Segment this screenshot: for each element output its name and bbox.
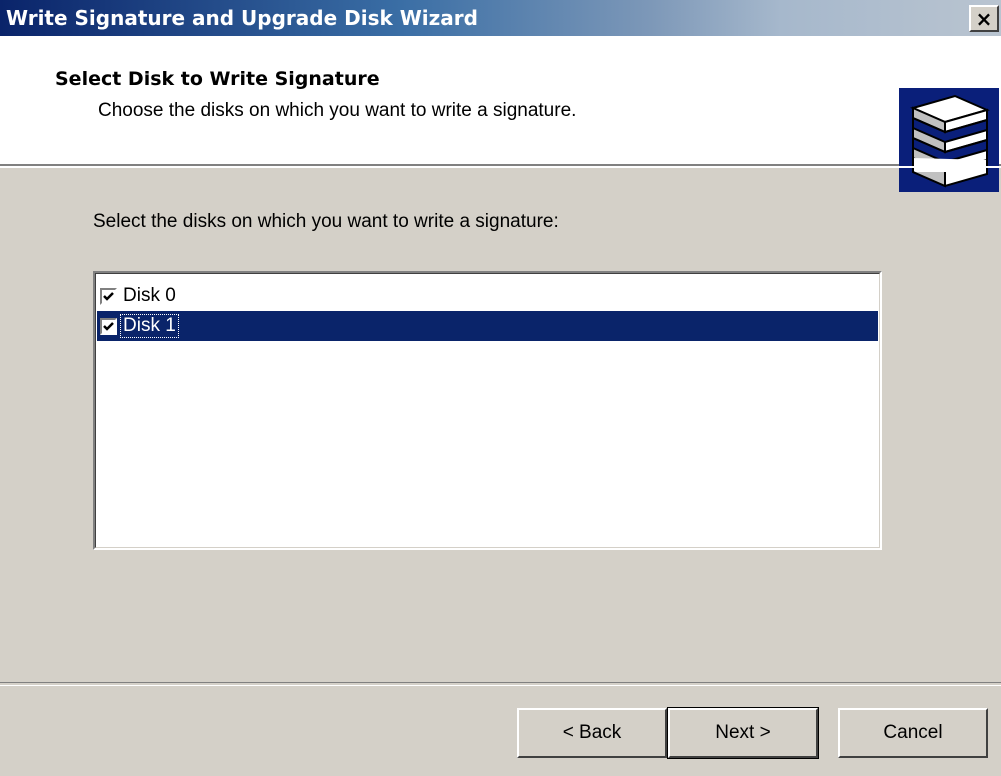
disks-label: Select the disks on which you want to wr… bbox=[93, 211, 559, 232]
cancel-button[interactable]: Cancel bbox=[838, 708, 988, 758]
next-button[interactable]: Next > bbox=[667, 707, 819, 759]
disk-label: Disk 0 bbox=[123, 285, 176, 306]
window-title: Write Signature and Upgrade Disk Wizard bbox=[6, 6, 478, 30]
disk-1-checkbox[interactable] bbox=[100, 317, 117, 335]
disk-row-1[interactable]: Disk 1 bbox=[97, 311, 878, 341]
checkmark-icon bbox=[103, 291, 114, 301]
disk-label: Disk 1 bbox=[120, 314, 179, 338]
checkmark-icon bbox=[103, 321, 114, 331]
disk-list[interactable]: Disk 0 Disk 1 bbox=[93, 271, 882, 550]
footer-divider bbox=[0, 682, 1001, 686]
close-icon: × bbox=[975, 6, 993, 31]
wizard-header: Select Disk to Write Signature Choose th… bbox=[0, 36, 1001, 192]
title-bar[interactable]: Write Signature and Upgrade Disk Wizard … bbox=[0, 0, 1001, 36]
close-button[interactable]: × bbox=[969, 5, 999, 32]
page-subtitle: Choose the disks on which you want to wr… bbox=[98, 100, 577, 121]
page-title: Select Disk to Write Signature bbox=[55, 68, 380, 90]
back-button[interactable]: < Back bbox=[517, 708, 667, 758]
wizard-window: Write Signature and Upgrade Disk Wizard … bbox=[0, 0, 1001, 776]
disk-stack-icon bbox=[899, 88, 999, 192]
disk-0-checkbox[interactable] bbox=[100, 287, 117, 305]
disk-row-0[interactable]: Disk 0 bbox=[97, 281, 878, 311]
